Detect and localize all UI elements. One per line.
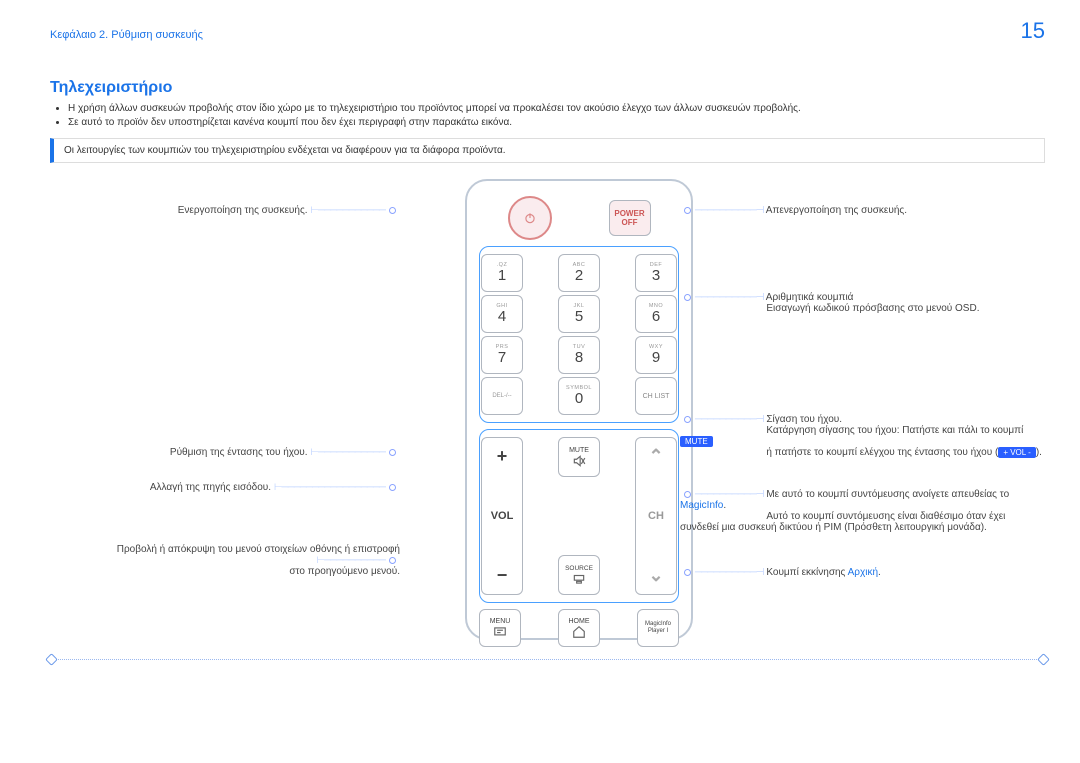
- source-icon: [572, 572, 586, 586]
- home-icon: [572, 625, 586, 639]
- power-off-label-top: POWER: [614, 209, 644, 218]
- bullet-item: Σε αυτό το προϊόν δεν υποστηρίζεται κανέ…: [68, 117, 1045, 128]
- label-magicinfo: ──────────⊣ Με αυτό το κουμπί συντόμευση…: [680, 489, 1045, 533]
- home-button: HOME: [558, 609, 600, 647]
- key-7: PRS7: [481, 336, 523, 374]
- menu-icon: [493, 625, 507, 639]
- ch-label: CH: [648, 510, 664, 522]
- key-1: .QZ1: [481, 254, 523, 292]
- page-number: 15: [1021, 18, 1045, 44]
- label-power-on: Ενεργοποίηση της συσκευής. ⊢───────────: [50, 205, 400, 216]
- key-0: SYMBOL0: [558, 377, 600, 415]
- power-off-label-bottom: OFF: [622, 218, 638, 227]
- page-divider: [50, 659, 1045, 660]
- note-box: Οι λειτουργίες των κουμπιών του τηλεχειρ…: [50, 138, 1045, 163]
- label-power-off: ──────────⊣ Απενεργοποίηση της συσκευής.: [680, 205, 907, 216]
- label-home: ──────────⊣ Κουμπί εκκίνησης Αρχική.: [680, 567, 881, 578]
- chevron-up-icon: ⌃: [648, 446, 663, 467]
- volume-rocker: + VOL −: [481, 437, 523, 595]
- key-4: GHI4: [481, 295, 523, 333]
- label-mute: ──────────⊣ Σίγαση του ήχου. ──────────⊣…: [680, 414, 1045, 458]
- label-source: Αλλαγή της πηγής εισόδου. ⊢─────────────…: [50, 482, 400, 493]
- remote-control-illustration: POWER OFF .QZ1 ABC2 DEF3 GHI4 JKL5 MNO6 …: [465, 179, 693, 640]
- label-numbers: ──────────⊣ Αριθμητικά κουμπιά ─────────…: [680, 292, 979, 314]
- key-del: DEL-/--: [481, 377, 523, 415]
- key-chlist: CH LIST: [635, 377, 677, 415]
- section-title: Τηλεχειριστήριο: [50, 79, 1045, 97]
- key-2: ABC2: [558, 254, 600, 292]
- source-button: SOURCE: [558, 555, 600, 595]
- key-3: DEF3: [635, 254, 677, 292]
- mute-icon: [572, 454, 586, 468]
- power-icon: [523, 211, 537, 225]
- key-6: MNO6: [635, 295, 677, 333]
- power-on-button: [508, 196, 552, 240]
- label-menu: Προβολή ή απόκρυψη του μενού στοιχείων ο…: [50, 544, 400, 577]
- label-volume: Ρύθμιση της έντασης του ήχου. ⊢─────────…: [50, 447, 400, 458]
- chapter-label: Κεφάλαιο 2. Ρύθμιση συσκευής: [50, 29, 203, 41]
- key-9: WXY9: [635, 336, 677, 374]
- mute-button: MUTE: [558, 437, 600, 477]
- key-8: TUV8: [558, 336, 600, 374]
- plus-icon: +: [497, 446, 508, 467]
- key-5: JKL5: [558, 295, 600, 333]
- minus-icon: −: [497, 565, 508, 586]
- menu-button: MENU: [479, 609, 521, 647]
- vol-label: VOL: [491, 510, 514, 522]
- bullet-item: Η χρήση άλλων συσκευών προβολής στον ίδι…: [68, 103, 1045, 114]
- power-off-button: POWER OFF: [609, 200, 651, 236]
- magicinfo-button: MagicInfoPlayer I: [637, 609, 679, 647]
- chevron-down-icon: ⌄: [648, 565, 663, 586]
- channel-rocker: ⌃ CH ⌄: [635, 437, 677, 595]
